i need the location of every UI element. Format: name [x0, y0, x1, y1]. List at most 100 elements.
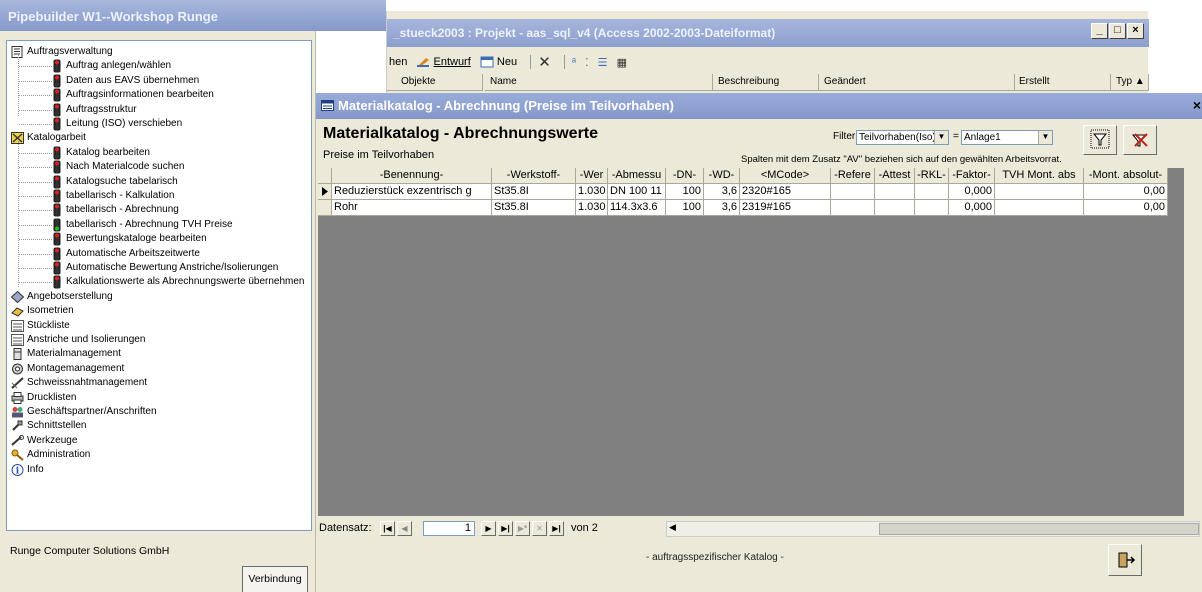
form-close-icon[interactable]: × [1193, 97, 1201, 113]
scroll-thumb[interactable] [879, 523, 1199, 535]
maximize-button[interactable]: □ [1109, 23, 1126, 39]
form-titlebar[interactable]: Materialkatalog - Abrechnung (Preise im … [316, 93, 1202, 119]
type-column[interactable]: Typ ▲ [1111, 74, 1149, 91]
column-header[interactable]: -Benennung- [332, 168, 492, 184]
table-cell[interactable]: St35.8I [492, 184, 576, 200]
table-cell[interactable] [875, 200, 915, 216]
filter-target-select[interactable]: Anlage1 ▼ [961, 130, 1053, 145]
column-header[interactable]: -RKL- [915, 168, 949, 184]
table-cell[interactable]: DN 100 11 [608, 184, 666, 200]
table-cell[interactable]: 0,00 [1084, 200, 1168, 216]
tree-item-label: Katalogsuche tabelarisch [66, 175, 178, 187]
navigation-tree: Auftragsverwaltung Auftrag anlegen/wählen… [6, 40, 312, 531]
name-column[interactable]: Name [485, 74, 713, 91]
table-cell[interactable]: 3,6 [704, 200, 740, 216]
traffic-light-icon [53, 203, 61, 217]
column-header[interactable]: -Abmessu [608, 168, 666, 184]
last-record-alt-button[interactable]: ▶| [549, 521, 564, 536]
column-header[interactable]: -Refere [831, 168, 875, 184]
objects-header[interactable]: Objekte [387, 74, 483, 91]
pipebuilder-titlebar[interactable]: Pipebuilder W1--Workshop Runge [0, 0, 386, 31]
column-header[interactable]: -Mont. absolut- [1084, 168, 1168, 184]
table-cell[interactable]: 3,6 [704, 184, 740, 200]
filter-select[interactable]: Teilvorhaben(Iso) ▼ [856, 130, 949, 145]
materialkatalog-form: Materialkatalog - Abrechnung (Preise im … [316, 93, 1202, 592]
traffic-light-icon [53, 88, 61, 102]
next-record-button[interactable]: ▶ [481, 521, 496, 536]
column-header[interactable]: TVH Mont. abs [995, 168, 1084, 184]
tree-connector [19, 124, 52, 125]
form-subheading: Preise im Teilvorhaben [323, 149, 435, 161]
connection-button[interactable]: Verbindung [242, 566, 308, 592]
header-corner[interactable] [318, 168, 332, 184]
table-cell[interactable] [875, 184, 915, 200]
remove-filter-button[interactable] [1123, 125, 1157, 155]
table-cell[interactable]: 1.030 [576, 200, 608, 216]
column-header[interactable]: -WD- [704, 168, 740, 184]
large-icons-icon[interactable]: ᵃ [572, 56, 576, 68]
row-selector[interactable] [318, 200, 332, 216]
small-icons-icon[interactable]: ⁚ [585, 56, 589, 69]
table-cell[interactable]: 0,000 [949, 184, 995, 200]
record-number-input[interactable]: 1 [423, 521, 475, 536]
delete-icon[interactable]: ✕ [538, 53, 551, 71]
new-icon [480, 56, 494, 68]
column-header[interactable]: <MCode> [740, 168, 831, 184]
design-button[interactable]: Entwurf [416, 56, 471, 68]
column-header[interactable]: -Attest [875, 168, 915, 184]
column-header[interactable]: -DN- [666, 168, 704, 184]
description-column[interactable]: Beschreibung [713, 74, 819, 91]
current-record-icon[interactable] [318, 184, 332, 200]
table-cell[interactable]: 1.030 [576, 184, 608, 200]
record-navigation: Datensatz: |◀ ◀ 1 ▶ ▶| ▶* ✕ ▶| von 2 ◀ ▶ [318, 520, 1200, 538]
modified-column[interactable]: Geändert [819, 74, 1015, 91]
table-cell[interactable]: Reduzierstück exzentrisch g [332, 184, 492, 200]
list-icon [11, 334, 24, 346]
chevron-down-icon[interactable]: ▼ [1038, 131, 1052, 144]
company-name: Runge Computer Solutions GmbH [10, 545, 170, 557]
delete-record-button[interactable]: ✕ [532, 521, 547, 536]
tree-connector [19, 167, 52, 169]
details-view-icon[interactable]: ▦ [617, 56, 627, 69]
form-title: Materialkatalog - Abrechnung (Preise im … [338, 98, 674, 113]
table-cell[interactable]: 0,00 [1084, 184, 1168, 200]
table-cell[interactable]: Rohr [332, 200, 492, 216]
scroll-left-icon[interactable]: ◀ [669, 522, 676, 533]
table-cell[interactable]: 0,000 [949, 200, 995, 216]
chevron-down-icon[interactable]: ▼ [934, 131, 948, 144]
table-cell[interactable]: 2320#165 [740, 184, 831, 200]
new-record-button[interactable]: ▶* [515, 521, 530, 536]
column-header[interactable]: -Wer [576, 168, 608, 184]
tree-item-label: Kalkulationswerte als Abrechnungswerte ü… [66, 276, 305, 288]
exit-door-icon [1118, 552, 1136, 568]
exit-button[interactable] [1108, 544, 1142, 576]
column-header[interactable]: -Werkstoff- [492, 168, 576, 184]
access-window-titlebar[interactable]: _stueck2003 : Projekt - aas_sql_v4 (Acce… [387, 19, 1149, 47]
table-cell[interactable]: 2319#165 [740, 200, 831, 216]
new-button[interactable]: Neu [480, 56, 517, 68]
column-header[interactable]: -Faktor- [949, 168, 995, 184]
diamond-icon [10, 290, 25, 303]
table-cell[interactable] [995, 184, 1084, 200]
footer-text: - auftragsspezifischer Katalog - [646, 552, 784, 563]
list-view-icon[interactable]: ☰ [598, 56, 608, 69]
table-cell[interactable] [915, 184, 949, 200]
close-button[interactable]: × [1127, 23, 1144, 39]
table-cell[interactable]: 114.3x3.6 [608, 200, 666, 216]
horizontal-scrollbar[interactable]: ◀ ▶ [666, 521, 1200, 537]
table-cell[interactable]: 100 [666, 184, 704, 200]
table-cell[interactable] [995, 200, 1084, 216]
apply-filter-button[interactable] [1083, 125, 1117, 155]
tree-item-label: Montagemanagement [27, 362, 125, 374]
created-column[interactable]: Erstellt [1015, 74, 1111, 91]
open-button[interactable]: hen [389, 56, 407, 68]
table-cell[interactable] [831, 200, 875, 216]
prev-record-button[interactable]: ◀ [397, 521, 412, 536]
table-cell[interactable] [831, 184, 875, 200]
table-cell[interactable]: 100 [666, 200, 704, 216]
last-record-button[interactable]: ▶| [498, 521, 513, 536]
table-cell[interactable]: St35.8I [492, 200, 576, 216]
table-cell[interactable] [915, 200, 949, 216]
minimize-button[interactable]: _ [1091, 23, 1108, 39]
first-record-button[interactable]: |◀ [380, 521, 395, 536]
